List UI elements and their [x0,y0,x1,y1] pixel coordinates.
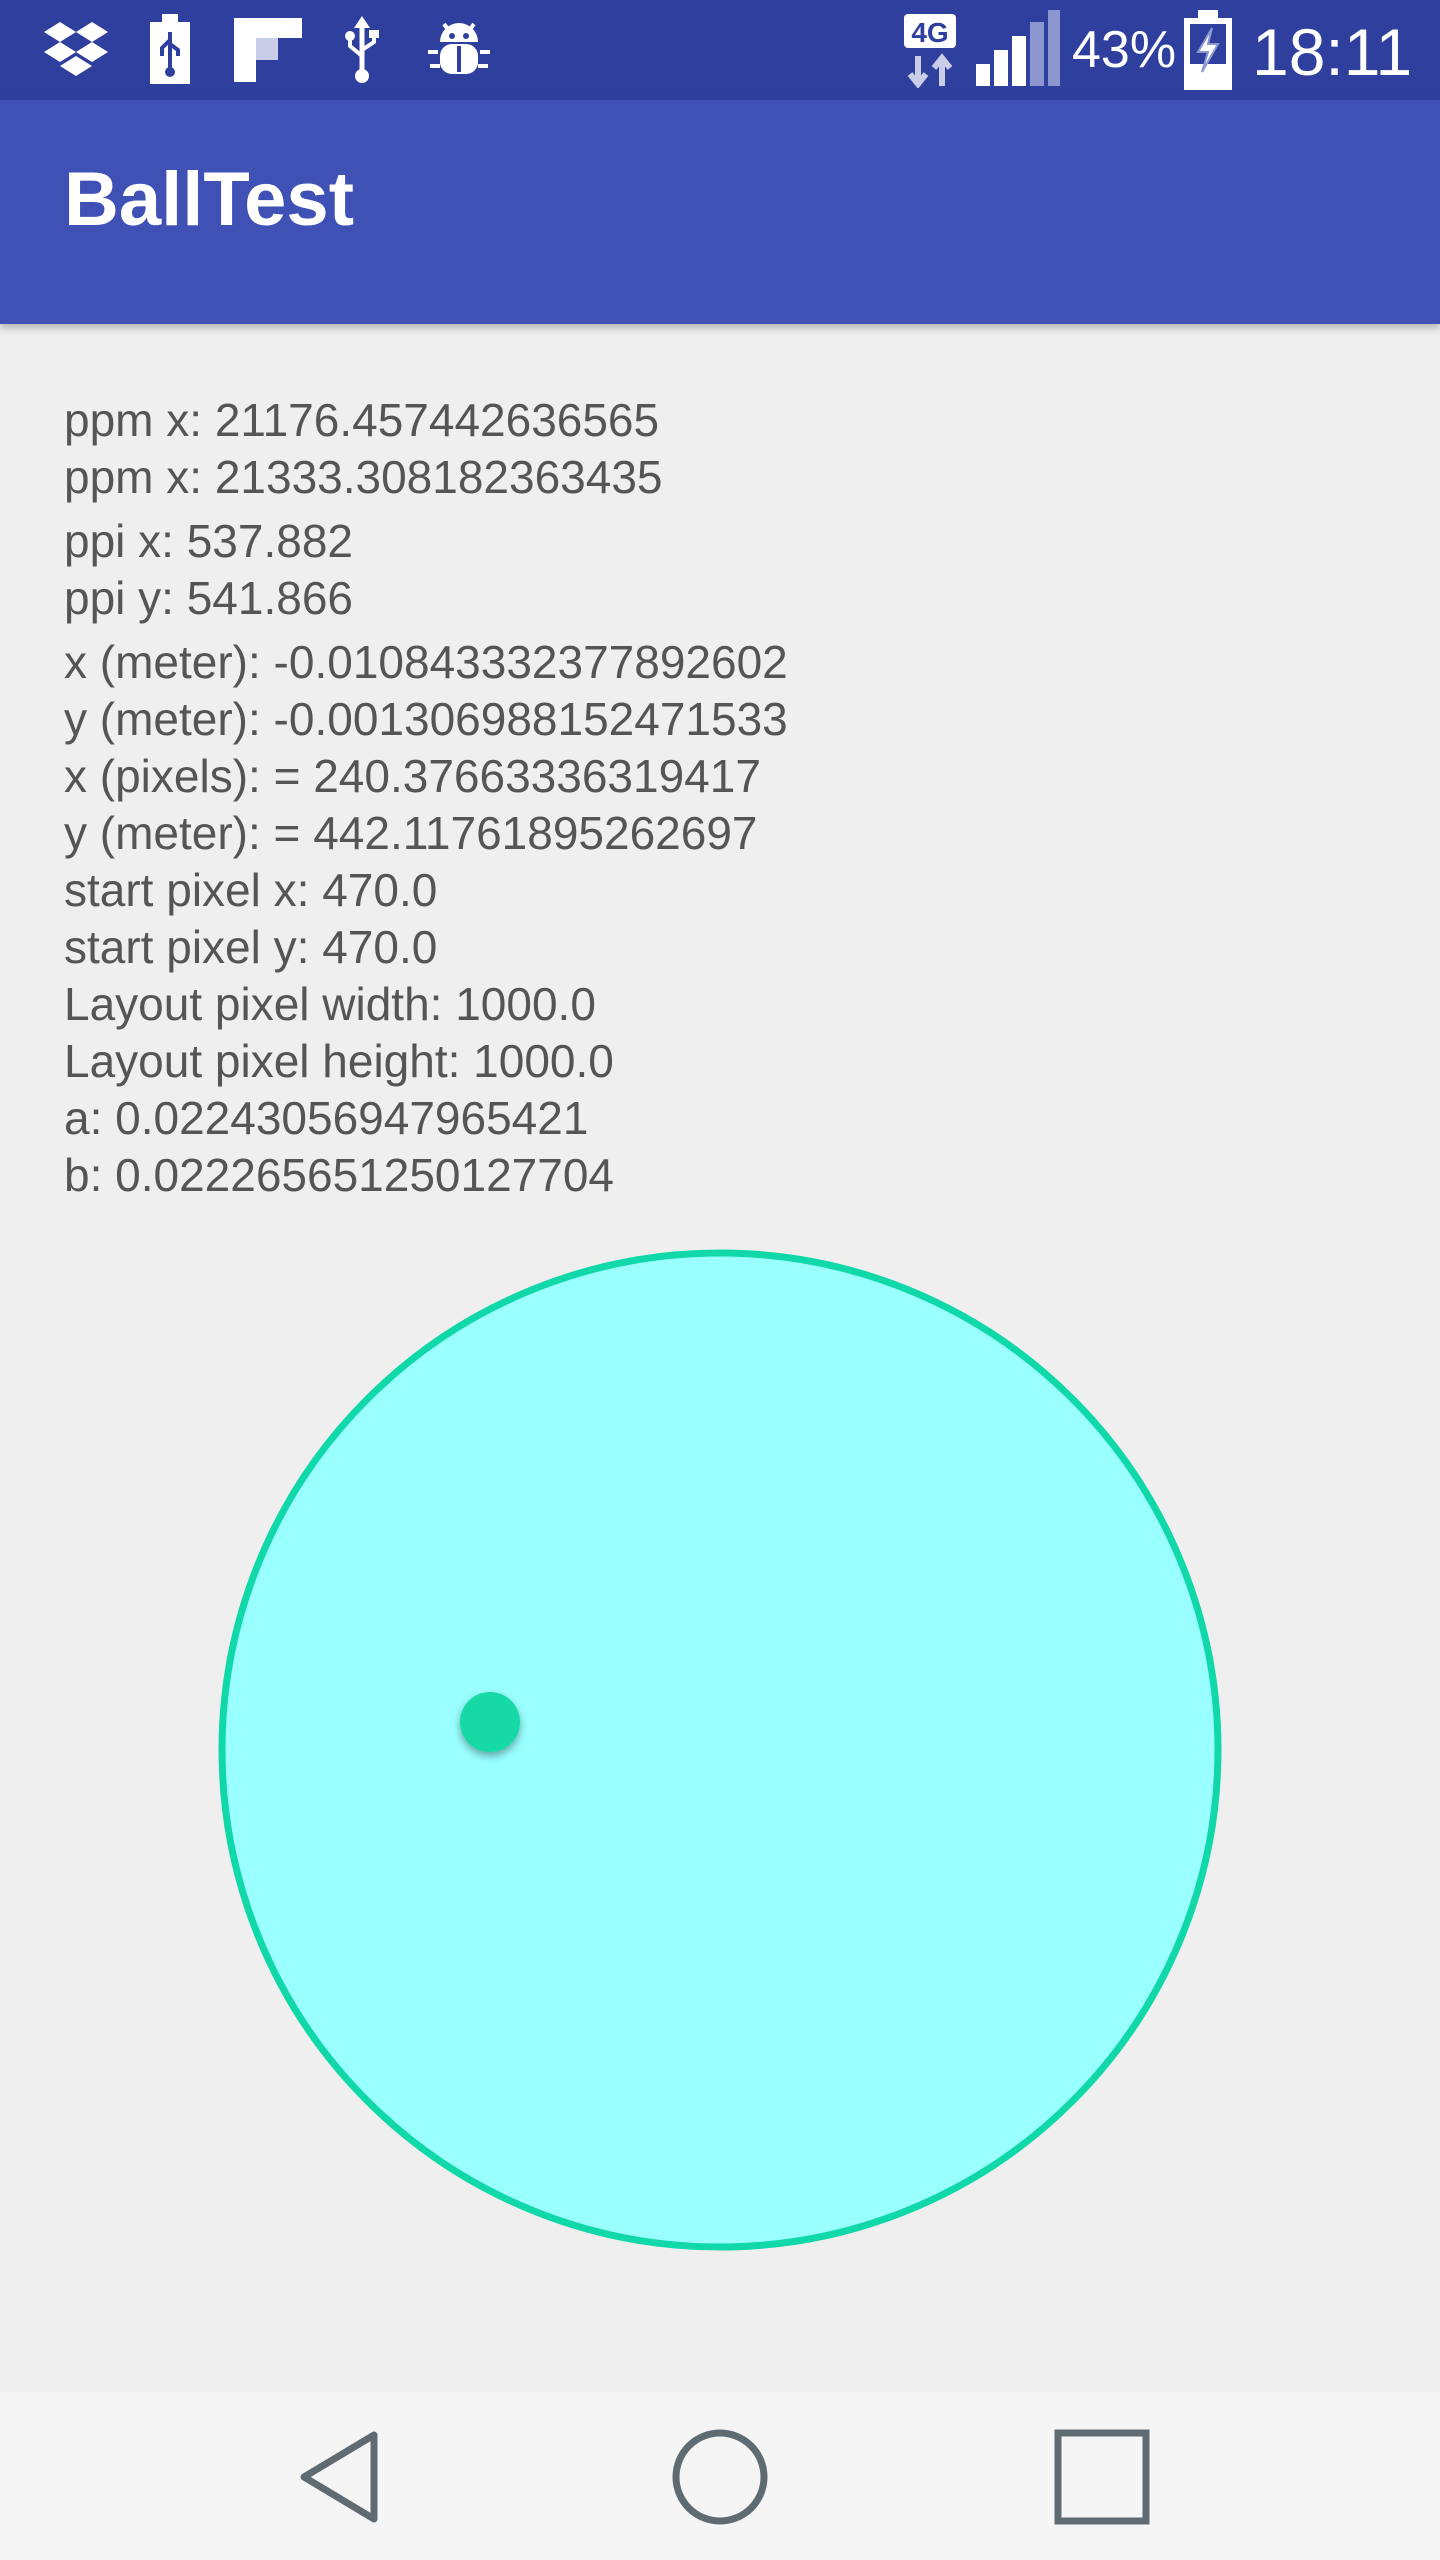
status-time: 18:11 [1252,15,1413,89]
recents-icon [1054,2429,1150,2525]
flipboard-icon [234,18,302,86]
info-line-b: b: 0.022265651250127704 [64,1149,615,1201]
network-type-label: 4G [911,17,948,48]
usb-icon [340,16,384,88]
battery-percent: 43% [1072,21,1177,79]
info-line-ppi-x: ppi x: 537.882 [64,515,354,567]
usb-battery-icon [148,14,192,88]
home-icon [672,2429,768,2525]
info-line-y-pixels: y (meter): = 442.11761895262697 [64,807,758,859]
info-line-y-meter: y (meter): -0.0013069881524715​33 [64,693,788,745]
home-button[interactable] [650,2412,790,2542]
info-line-x-meter: x (meter): -0.010843332377892602 [64,636,788,688]
info-line-ppi-y: ppi y: 541.866 [64,572,354,624]
app-bar: BallTest [0,100,1440,324]
dropbox-icon [44,20,108,84]
back-button[interactable] [270,2412,410,2542]
info-line-x-pixels: x (pixels): = 240.37663336319417 [64,750,761,802]
info-line-layout-width: Layout pixel width: 1000.0 [64,978,596,1030]
back-icon [300,2431,378,2523]
android-debug-icon [426,20,492,84]
navigation-bar [0,2392,1440,2560]
info-text-block: ppm x: 21176.457442636565 ppm x: 21333.3… [64,392,1364,1204]
app-title: BallTest [64,157,355,242]
info-line-ppm-x-2: ppm x: 21333.308182363435 [64,451,663,503]
info-line-a: a: 0.022430569479654​21 [64,1092,589,1144]
info-line-layout-height: Layout pixel height: 1000.0 [64,1035,614,1087]
info-line-start-pixel-y: start pixel y: 470.0 [64,921,438,973]
ball[interactable] [460,1692,520,1752]
boundary-circle [218,1249,1222,2251]
ball-field-canvas [218,1249,1222,2251]
ball-field[interactable] [210,1240,1230,2260]
recents-button[interactable] [1032,2412,1172,2542]
info-line-ppm-x: ppm x: 21176.457442636565 [64,394,660,446]
network-4g-icon: 4G [900,12,960,92]
signal-strength-icon [976,10,1060,90]
status-bar: 4G 43% 18:11 [0,0,1440,100]
battery-charging-icon [1182,10,1234,94]
info-line-start-pixel-x: start pixel x: 470.0 [64,864,438,916]
